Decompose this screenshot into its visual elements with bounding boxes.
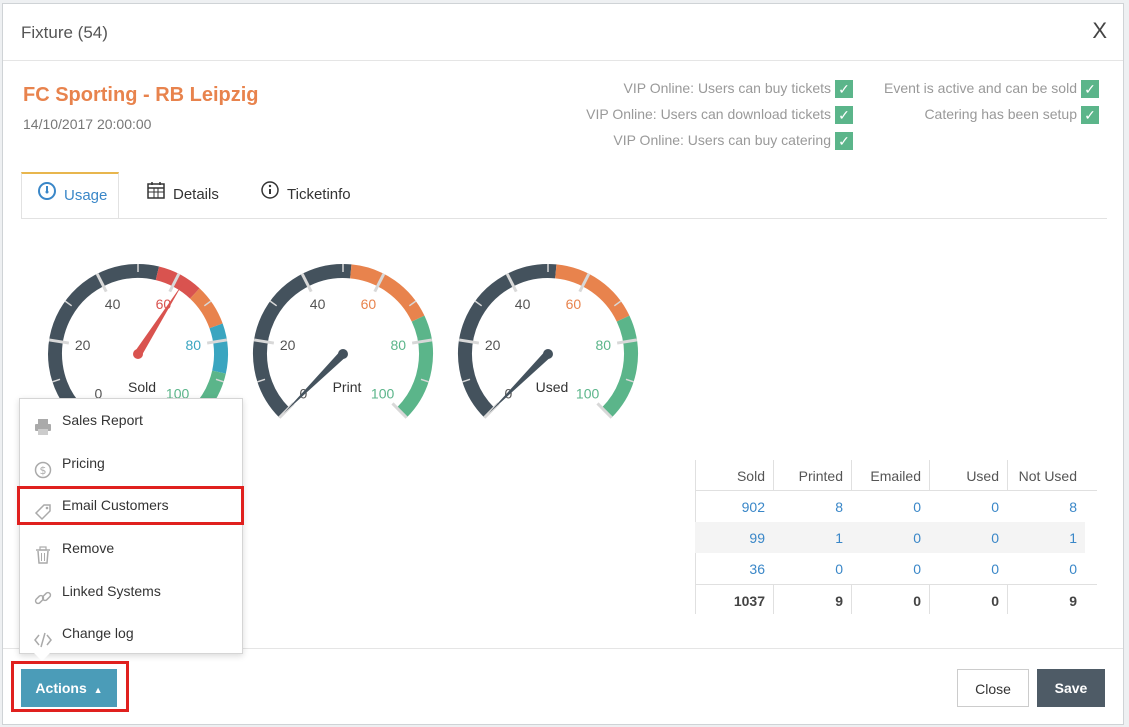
table-cell[interactable]: 902 <box>695 499 765 515</box>
table-cell[interactable]: 0 <box>851 530 921 546</box>
printer-icon <box>34 411 52 435</box>
gauge-tick-label: 80 <box>596 337 612 353</box>
table-cell[interactable]: 0 <box>929 499 999 515</box>
table-cell[interactable]: 0 <box>929 530 999 546</box>
table-cell[interactable]: 1 <box>1007 530 1077 546</box>
gauge-tick-label: 40 <box>310 296 326 312</box>
gauge-tick-label: 80 <box>391 337 407 353</box>
gauge-label: Print <box>333 379 362 395</box>
gauge-band <box>189 288 223 329</box>
tag-icon <box>34 496 52 521</box>
gauge-icon <box>38 174 56 218</box>
gauge-tick-label: 20 <box>75 337 91 353</box>
col-sold: Sold <box>736 468 765 484</box>
total-cell: 0 <box>991 593 999 609</box>
menu-item-pricing[interactable]: $ Pricing <box>20 443 242 483</box>
tab-details[interactable]: Details <box>147 172 219 218</box>
menu-item-email-customers[interactable]: Email Customers <box>20 485 242 525</box>
table-cell[interactable]: 0 <box>773 561 843 577</box>
status-buy-tickets: VIP Online: Users can buy tickets ✓ <box>624 78 853 99</box>
svg-text:$: $ <box>40 464 47 477</box>
gauge-tick-label: 20 <box>485 337 501 353</box>
dropdown-arrow <box>34 653 50 661</box>
modal-footer: Actions ▲ Close Save <box>3 648 1123 724</box>
gauge-band <box>209 323 228 374</box>
table-cell[interactable]: 99 <box>695 530 765 546</box>
total-cell: 9 <box>835 593 843 609</box>
menu-item-sales-report[interactable]: Sales Report <box>20 400 242 440</box>
status-download-tickets: VIP Online: Users can download tickets ✓ <box>586 104 853 125</box>
total-cell: 1037 <box>733 593 765 609</box>
tab-bar: Usage Details Ticketinfo <box>21 172 1107 219</box>
check-icon: ✓ <box>835 80 853 99</box>
status-event-active: Event is active and can be sold ✓ <box>884 78 1099 99</box>
event-date: 14/10/2017 20:00:00 <box>23 116 152 132</box>
table-cell[interactable]: 8 <box>773 499 843 515</box>
gauge-hub <box>338 349 348 359</box>
modal-title: Fixture (54) <box>21 23 108 42</box>
table-cell[interactable]: 0 <box>1007 561 1077 577</box>
col-printed: Printed <box>798 468 843 484</box>
gauge-hub <box>133 349 143 359</box>
gauge-tick-label: 40 <box>515 296 531 312</box>
trash-icon <box>34 539 52 564</box>
col-emailed: Emailed <box>870 468 921 484</box>
save-button[interactable]: Save <box>1037 669 1105 707</box>
gauge-band <box>396 315 433 418</box>
gauge-label: Sold <box>128 379 156 395</box>
table-cell[interactable]: 0 <box>851 561 921 577</box>
code-icon <box>34 624 52 648</box>
caret-up-icon: ▲ <box>93 685 103 695</box>
dollar-icon: $ <box>34 454 52 479</box>
col-not-used: Not Used <box>1018 468 1077 484</box>
table-cell[interactable]: 0 <box>929 561 999 577</box>
gauge-tick-label: 100 <box>576 386 600 402</box>
gauge-hub <box>543 349 553 359</box>
status-catering-setup: Catering has been setup ✓ <box>924 104 1099 125</box>
check-icon: ✓ <box>835 132 853 151</box>
actions-button[interactable]: Actions ▲ <box>21 669 117 707</box>
menu-item-linked-systems[interactable]: Linked Systems <box>20 571 242 611</box>
event-title: FC Sporting - RB Leipzig <box>23 84 259 106</box>
actions-dropdown: Sales Report $ Pricing Email Customers R… <box>19 398 243 661</box>
gauge-band <box>601 315 638 418</box>
close-button[interactable]: Close <box>957 669 1029 707</box>
table-cell[interactable]: 8 <box>1007 499 1077 515</box>
check-icon: ✓ <box>835 106 853 125</box>
table-cell[interactable]: 0 <box>851 499 921 515</box>
tab-ticketinfo[interactable]: Ticketinfo <box>261 172 351 218</box>
total-cell: 9 <box>1069 593 1077 609</box>
table-cell[interactable]: 36 <box>695 561 765 577</box>
gauge-tick-label: 100 <box>371 386 395 402</box>
check-icon: ✓ <box>1081 106 1099 125</box>
close-icon[interactable]: X <box>1092 18 1107 44</box>
gauge-needle <box>134 283 184 357</box>
tab-usage[interactable]: Usage <box>21 172 119 218</box>
total-cell: 0 <box>913 593 921 609</box>
check-icon: ✓ <box>1081 80 1099 99</box>
status-buy-catering: VIP Online: Users can buy catering ✓ <box>613 130 853 151</box>
menu-item-remove[interactable]: Remove <box>20 528 242 568</box>
col-used: Used <box>966 468 999 484</box>
link-icon <box>34 582 52 605</box>
gauge-tick-label: 80 <box>186 337 202 353</box>
gauge-label: Used <box>536 379 569 395</box>
table-cell[interactable]: 1 <box>773 530 843 546</box>
calendar-icon <box>147 172 165 218</box>
menu-item-change-log[interactable]: Change log <box>20 613 242 653</box>
modal-header: Fixture (54) X <box>3 4 1123 61</box>
gauge-tick-label: 60 <box>566 296 582 312</box>
gauge-tick-label: 40 <box>105 296 121 312</box>
info-icon <box>261 172 279 218</box>
gauge-tick-label: 20 <box>280 337 296 353</box>
gauge-tick-label: 60 <box>361 296 377 312</box>
